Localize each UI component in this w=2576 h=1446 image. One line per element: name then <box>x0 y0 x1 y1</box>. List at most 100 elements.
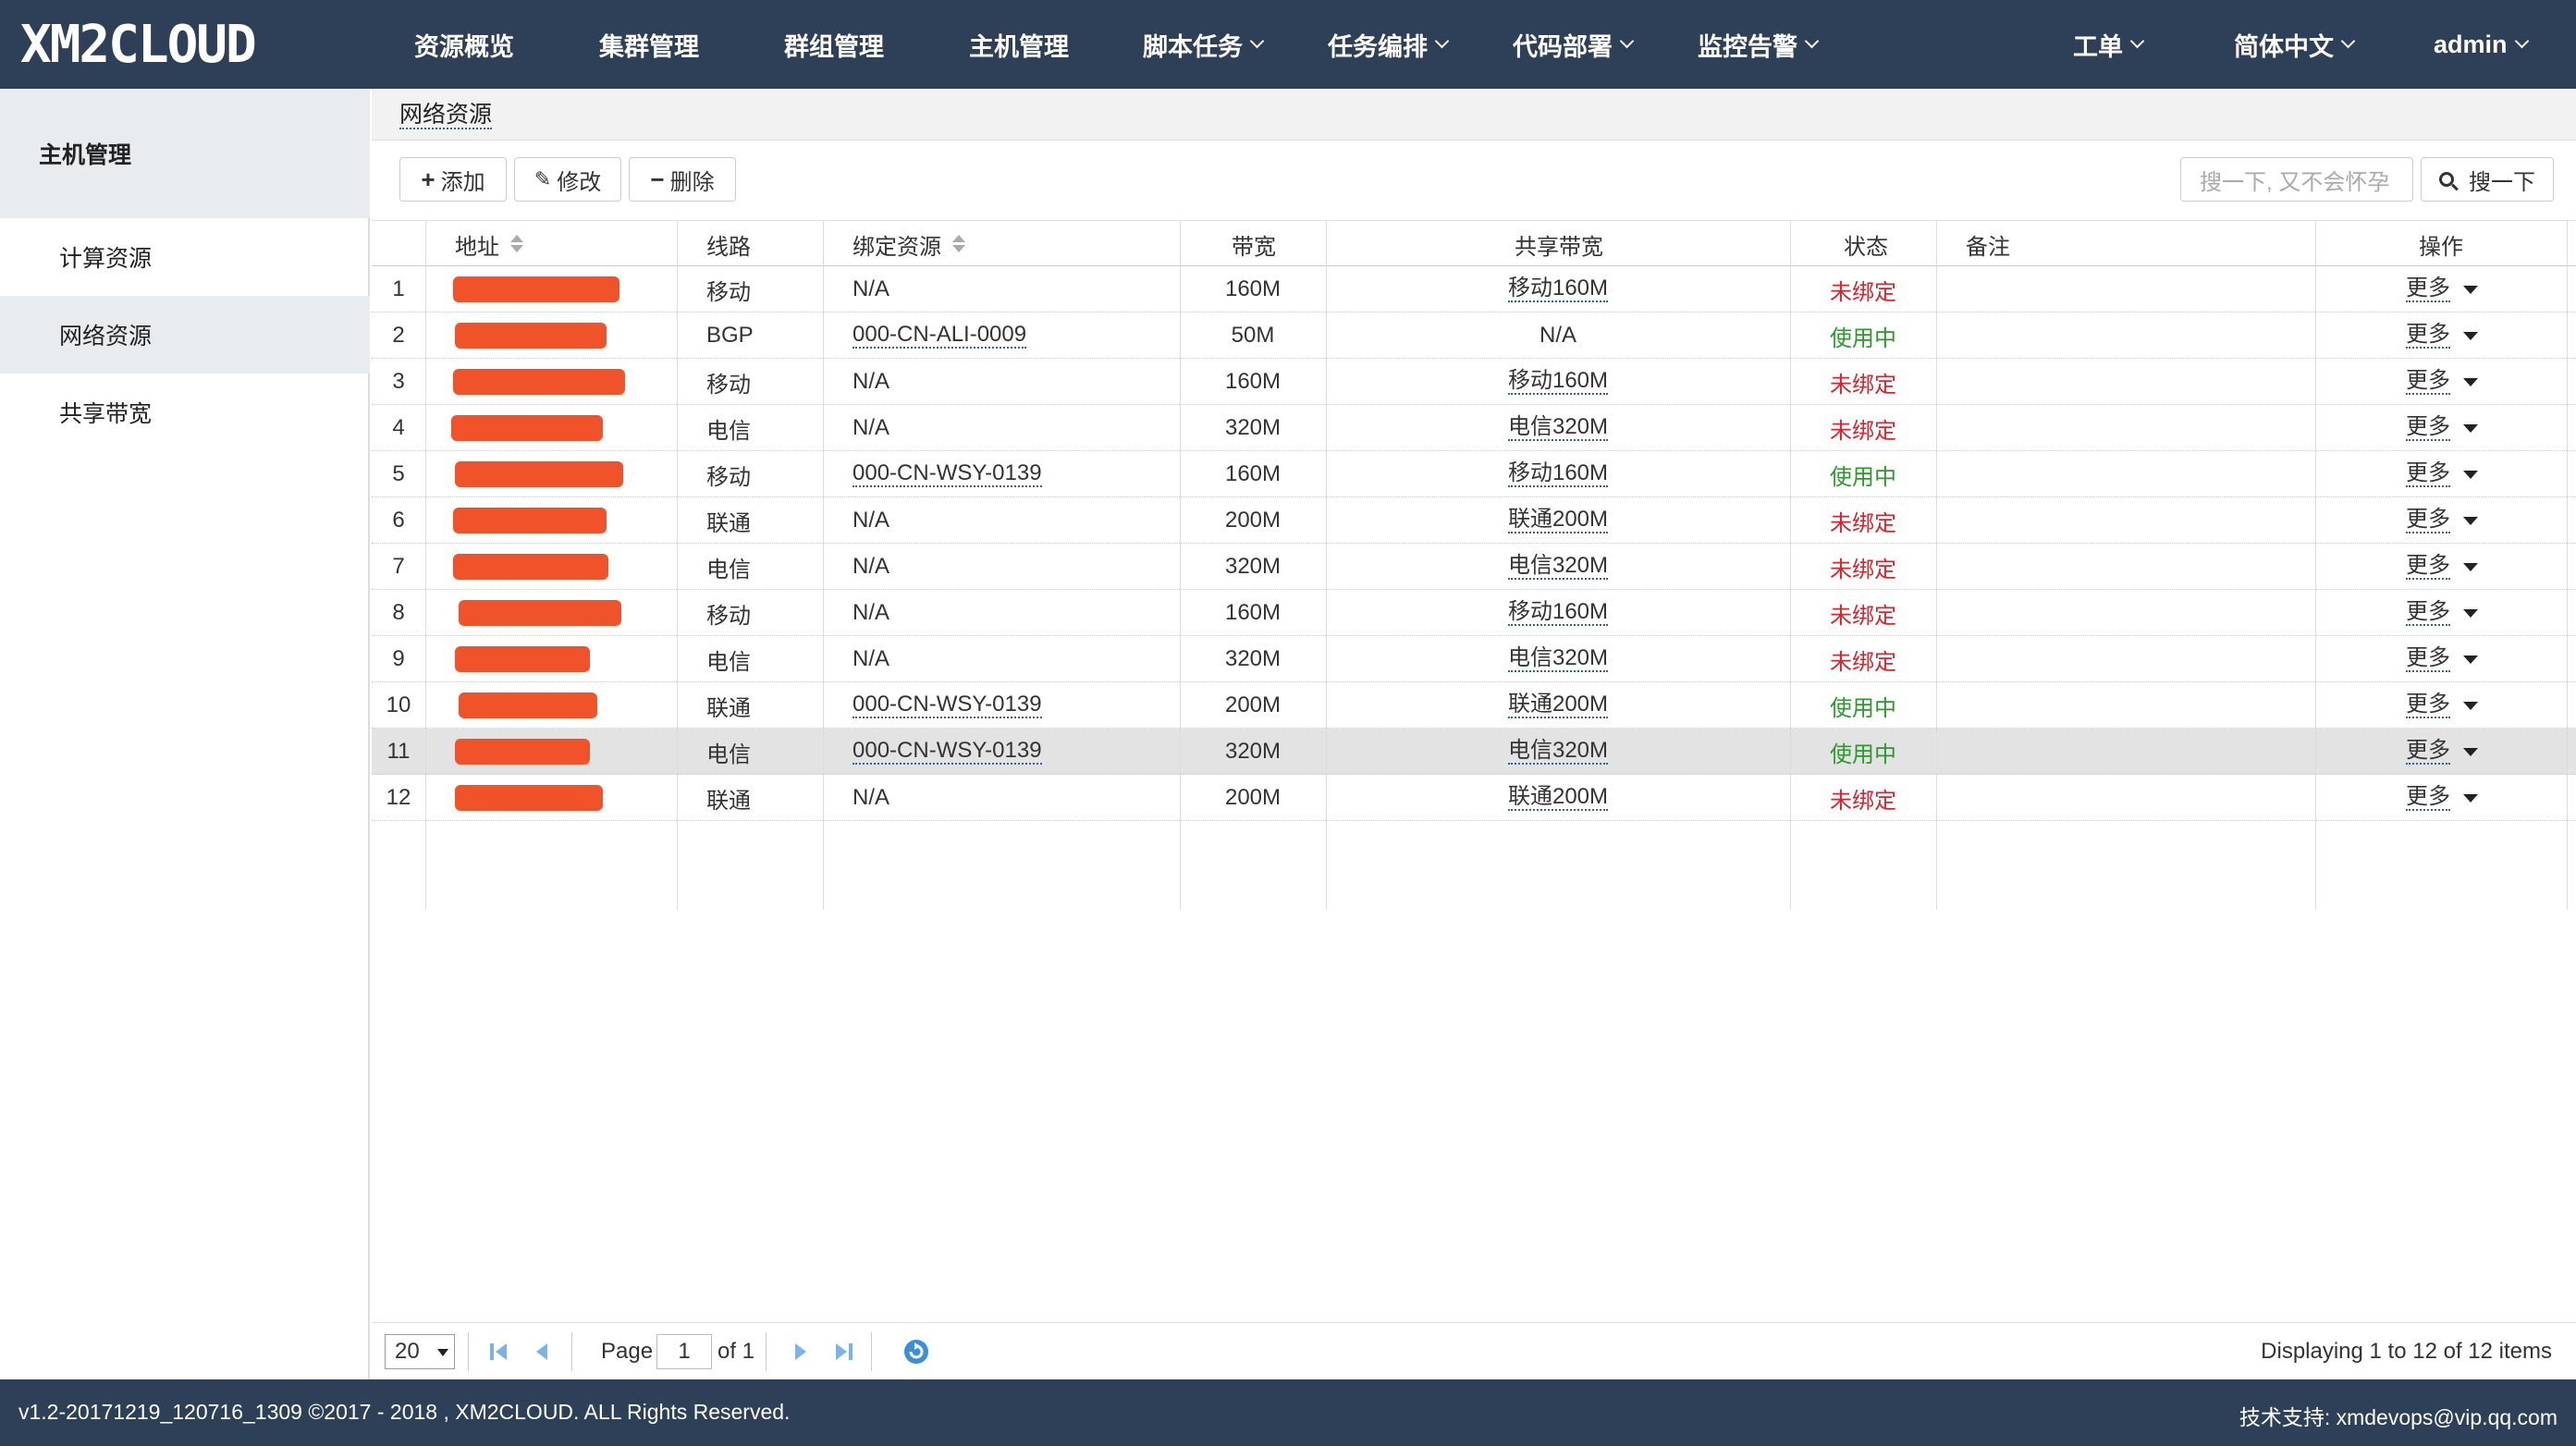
col-bandwidth-label: 带宽 <box>1232 234 1276 260</box>
sidebar-item-network-resources[interactable]: 网络资源 <box>0 296 370 374</box>
language-selector[interactable]: 简体中文 <box>2234 0 2356 89</box>
table-row[interactable]: 6 联通 N/A 200M 联通200M 未绑定 更多 <box>372 497 2576 544</box>
table-row[interactable]: 2 BGP 000-CN-ALI-0009 50M N/A 使用中 更多 <box>372 312 2576 359</box>
bound-resource-value[interactable]: 000-CN-ALI-0009 <box>853 323 1027 349</box>
nav-group-management[interactable]: 群组管理 <box>784 0 884 89</box>
col-shared-bandwidth[interactable]: 共享带宽 <box>1515 221 1603 267</box>
search-input[interactable]: 搜一下, 又不会怀孕 <box>2180 157 2413 202</box>
edit-button[interactable]: ✎ 修改 <box>514 157 621 202</box>
add-button[interactable]: + 添加 <box>399 157 507 202</box>
line-cell: 电信 <box>706 741 751 767</box>
table-row[interactable]: 12 联通 N/A 200M 联通200M 未绑定 更多 <box>372 775 2576 821</box>
shared-bandwidth-value[interactable]: 移动160M <box>1507 369 1609 395</box>
col-bound-label: 绑定资源 <box>853 234 941 260</box>
shared-bandwidth-value[interactable]: 联通200M <box>1507 692 1609 718</box>
col-address[interactable]: 地址 <box>455 221 523 267</box>
col-bandwidth[interactable]: 带宽 <box>1232 221 1276 267</box>
shared-bandwidth-cell[interactable]: 移动160M <box>1326 590 1790 636</box>
more-actions-button[interactable]: 更多 <box>2406 544 2478 590</box>
shared-bandwidth-cell[interactable]: 电信320M <box>1326 729 1790 775</box>
shared-bandwidth-value[interactable]: 电信320M <box>1507 646 1609 672</box>
bound-resource-cell[interactable]: 000-CN-WSY-0139 <box>853 729 1042 775</box>
more-actions-button[interactable]: 更多 <box>2406 312 2478 359</box>
nav-host-management[interactable]: 主机管理 <box>969 0 1069 89</box>
more-actions-button[interactable]: 更多 <box>2406 266 2478 312</box>
col-remark[interactable]: 备注 <box>1966 221 2010 267</box>
table-row[interactable]: 1 移动 N/A 160M 移动160M 未绑定 更多 <box>372 266 2576 312</box>
more-actions-button[interactable]: 更多 <box>2406 590 2478 636</box>
last-page-icon[interactable] <box>832 1340 856 1364</box>
status-badge: 未绑定 <box>1830 557 1896 582</box>
shared-bandwidth-cell[interactable]: 联通200M <box>1326 682 1790 729</box>
col-line[interactable]: 线路 <box>706 221 751 267</box>
more-actions-button[interactable]: 更多 <box>2406 497 2478 544</box>
bound-resource-cell[interactable]: 000-CN-WSY-0139 <box>853 451 1042 497</box>
nav-monitoring-alerts[interactable]: 监控告警 <box>1698 0 1820 89</box>
first-page-icon[interactable] <box>486 1340 510 1364</box>
shared-bandwidth-cell[interactable]: 电信320M <box>1326 544 1790 590</box>
status-badge: 未绑定 <box>1830 372 1896 398</box>
table-row[interactable]: 10 联通 000-CN-WSY-0139 200M 联通200M 使用中 更多 <box>372 682 2576 729</box>
shared-bandwidth-cell[interactable]: 电信320M <box>1326 405 1790 451</box>
nav-resource-overview[interactable]: 资源概览 <box>414 0 514 89</box>
more-actions-button[interactable]: 更多 <box>2406 451 2478 497</box>
table-row[interactable]: 8 移动 N/A 160M 移动160M 未绑定 更多 <box>372 590 2576 636</box>
nav-tickets[interactable]: 工单 <box>2073 0 2145 89</box>
nav-code-deploy[interactable]: 代码部署 <box>1513 0 1635 89</box>
page-number-input[interactable]: 1 <box>656 1334 712 1369</box>
sort-icon <box>510 235 523 253</box>
shared-bandwidth-cell[interactable]: 联通200M <box>1326 775 1790 821</box>
bound-resource-value[interactable]: 000-CN-WSY-0139 <box>853 692 1042 718</box>
chevron-down-icon <box>1804 33 1820 48</box>
shared-bandwidth-value[interactable]: 联通200M <box>1507 785 1609 811</box>
nav-script-tasks[interactable]: 脚本任务 <box>1143 0 1265 89</box>
shared-bandwidth-cell[interactable]: 移动160M <box>1326 266 1790 312</box>
more-actions-button[interactable]: 更多 <box>2406 359 2478 405</box>
caret-down-icon <box>2463 423 2478 433</box>
table-row[interactable]: 9 电信 N/A 320M 电信320M 未绑定 更多 <box>372 636 2576 682</box>
sidebar-item-shared-bandwidth[interactable]: 共享带宽 <box>0 374 370 451</box>
shared-bandwidth-value[interactable]: 电信320M <box>1507 554 1609 580</box>
column-divider <box>677 220 678 910</box>
table-row[interactable]: 3 移动 N/A 160M 移动160M 未绑定 更多 <box>372 359 2576 405</box>
shared-bandwidth-value[interactable]: 移动160M <box>1507 600 1609 626</box>
shared-bandwidth-cell[interactable]: 电信320M <box>1326 636 1790 682</box>
bound-resource-value[interactable]: 000-CN-WSY-0139 <box>853 461 1042 487</box>
page-size-select[interactable]: 20 <box>385 1334 455 1369</box>
app-logo[interactable]: XM2CLOUD <box>20 15 257 75</box>
more-actions-button[interactable]: 更多 <box>2406 682 2478 729</box>
status-badge: 未绑定 <box>1830 649 1896 675</box>
refresh-icon[interactable] <box>902 1338 930 1366</box>
bound-resource-cell[interactable]: 000-CN-WSY-0139 <box>853 682 1042 729</box>
table-row[interactable]: 5 移动 000-CN-WSY-0139 160M 移动160M 使用中 更多 <box>372 451 2576 497</box>
user-menu[interactable]: admin <box>2434 0 2529 89</box>
sidebar-item-compute-resources[interactable]: 计算资源 <box>0 218 370 296</box>
more-actions-button[interactable]: 更多 <box>2406 405 2478 451</box>
nav-task-orchestration[interactable]: 任务编排 <box>1328 0 1450 89</box>
shared-bandwidth-value[interactable]: 移动160M <box>1507 276 1609 302</box>
bound-resource-value: N/A <box>853 508 890 533</box>
delete-button[interactable]: − 删除 <box>629 157 736 202</box>
bound-resource-value[interactable]: 000-CN-WSY-0139 <box>853 739 1042 765</box>
nav-cluster-management[interactable]: 集群管理 <box>599 0 699 89</box>
more-actions-button[interactable]: 更多 <box>2406 729 2478 775</box>
shared-bandwidth-cell[interactable]: 联通200M <box>1326 497 1790 544</box>
shared-bandwidth-cell[interactable]: 移动160M <box>1326 359 1790 405</box>
redacted-address <box>455 739 590 765</box>
more-actions-button[interactable]: 更多 <box>2406 775 2478 821</box>
shared-bandwidth-value[interactable]: 电信320M <box>1507 415 1609 441</box>
table-row[interactable]: 4 电信 N/A 320M 电信320M 未绑定 更多 <box>372 405 2576 451</box>
shared-bandwidth-cell[interactable]: 移动160M <box>1326 451 1790 497</box>
col-status[interactable]: 状态 <box>1844 221 1888 267</box>
shared-bandwidth-value[interactable]: 联通200M <box>1507 508 1609 533</box>
search-button[interactable]: 搜一下 <box>2421 157 2554 202</box>
previous-page-icon[interactable] <box>531 1340 555 1364</box>
col-bound-resource[interactable]: 绑定资源 <box>853 221 965 267</box>
shared-bandwidth-value[interactable]: 电信320M <box>1507 739 1609 765</box>
table-row[interactable]: 7 电信 N/A 320M 电信320M 未绑定 更多 <box>372 544 2576 590</box>
next-page-icon[interactable] <box>788 1340 812 1364</box>
table-row[interactable]: 11 电信 000-CN-WSY-0139 320M 电信320M 使用中 更多 <box>372 729 2576 775</box>
bound-resource-cell[interactable]: 000-CN-ALI-0009 <box>853 312 1027 359</box>
more-actions-button[interactable]: 更多 <box>2406 636 2478 682</box>
shared-bandwidth-value[interactable]: 移动160M <box>1507 461 1609 487</box>
